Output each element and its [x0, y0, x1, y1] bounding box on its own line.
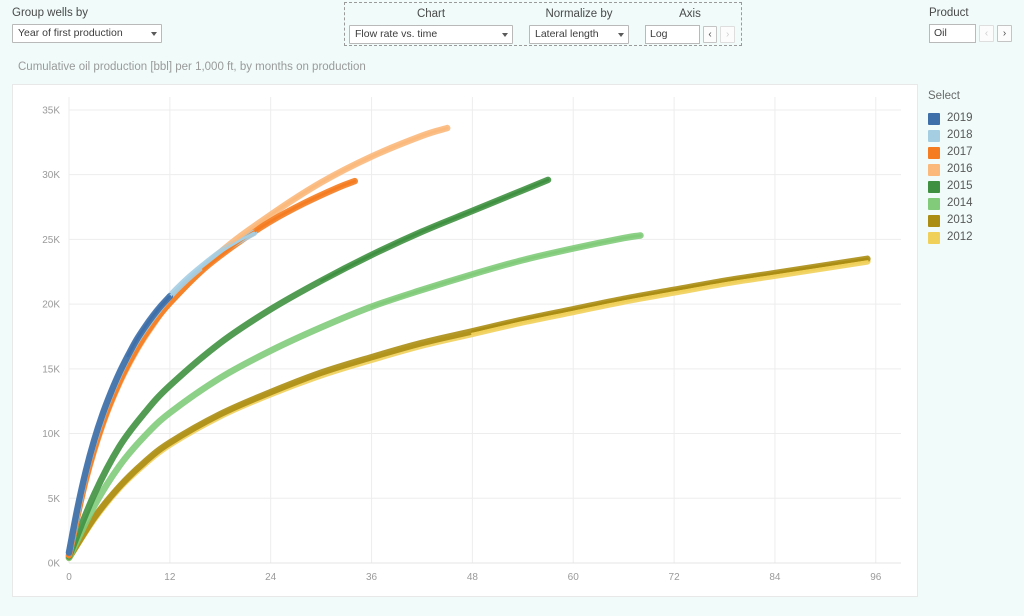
legend-item[interactable]: 2016: [928, 161, 1020, 178]
x-axis-tick-label: 48: [467, 572, 479, 583]
legend-color-swatch: [928, 180, 940, 193]
x-axis-tick-label: 60: [568, 572, 580, 583]
normalize-by-select[interactable]: Lateral length: [529, 25, 629, 44]
legend-item[interactable]: 2019: [928, 110, 1020, 127]
legend-color-swatch: [928, 112, 940, 125]
x-axis-tick-label: 84: [769, 572, 781, 583]
product-control: Product Oil ‹ ›: [929, 7, 1012, 43]
legend-item-label: 2019: [947, 112, 973, 124]
x-axis-tick-label: 0: [66, 572, 72, 583]
product-prev-button: ‹: [979, 25, 994, 42]
legend-color-swatch: [928, 163, 940, 176]
legend-item[interactable]: 2013: [928, 212, 1020, 229]
y-axis-tick-label: 15K: [42, 364, 60, 375]
axis-control: Axis Log ‹ ›: [645, 8, 735, 44]
chevron-down-icon: [151, 31, 157, 36]
x-axis-tick-label: 24: [265, 572, 277, 583]
y-axis-tick-label: 0K: [48, 559, 61, 570]
legend-item[interactable]: 2015: [928, 178, 1020, 195]
chart-type-value: Flow rate vs. time: [355, 28, 438, 40]
legend-item[interactable]: 2014: [928, 195, 1020, 212]
x-axis-tick-label: 36: [366, 572, 378, 583]
legend-color-swatch: [928, 231, 940, 244]
y-axis-tick-label: 25K: [42, 235, 60, 246]
axis-value[interactable]: Log: [645, 25, 700, 44]
series-line-tail-2017: [202, 179, 357, 271]
legend-item-label: 2018: [947, 129, 973, 141]
axis-label: Axis: [679, 8, 701, 20]
chart-type-control: Chart Flow rate vs. time: [349, 8, 513, 44]
app-root: Group wells by Year of first production …: [0, 0, 1024, 616]
legend-item-label: 2012: [947, 231, 973, 243]
axis-prev-button[interactable]: ‹: [702, 26, 718, 43]
top-toolbar: Group wells by Year of first production …: [0, 0, 1024, 48]
series-line-2016: [65, 124, 451, 559]
chevron-down-icon: [502, 32, 508, 37]
x-axis-tick-label: 72: [669, 572, 681, 583]
chart-panel: 0K 5K 10K 15K 20K 25K 30K 35K 0 12 24 36 48 60 72 84 96: [12, 84, 918, 597]
group-wells-by-value: Year of first production: [18, 27, 123, 39]
group-wells-by-control: Group wells by Year of first production: [12, 7, 162, 43]
normalize-by-value: Lateral length: [535, 28, 599, 40]
normalize-by-control: Normalize by Lateral length: [529, 8, 629, 44]
x-axis-tick-label: 96: [870, 572, 882, 583]
legend-item-label: 2013: [947, 214, 973, 226]
chart-options-panel: Chart Flow rate vs. time Normalize by La…: [344, 2, 742, 46]
legend-color-swatch: [928, 197, 940, 210]
legend-title: Select: [928, 90, 960, 102]
legend-color-swatch: [928, 214, 940, 227]
legend-item[interactable]: 2017: [928, 144, 1020, 161]
legend-color-swatch: [928, 146, 940, 159]
chart-type-label: Chart: [416, 8, 446, 20]
axis-stepper: Log ‹ ›: [645, 25, 735, 44]
group-wells-by-label: Group wells by: [12, 7, 89, 19]
legend: Select 2019 2018 2017 2016 2015 2014 2013 2012: [928, 90, 1020, 246]
y-axis-tick-label: 30K: [42, 170, 60, 181]
series-line-2015: [65, 176, 552, 560]
y-axis-tick-label: 35K: [42, 105, 60, 116]
legend-item[interactable]: 2012: [928, 229, 1020, 246]
legend-item-label: 2017: [947, 146, 973, 158]
axis-next-button: ›: [720, 26, 735, 43]
group-wells-by-select[interactable]: Year of first production: [12, 24, 162, 43]
product-label: Product: [929, 7, 969, 19]
production-line-chart: 0K 5K 10K 15K 20K 25K 30K 35K 0 12 24 36 48 60 72 84 96: [42, 97, 901, 583]
product-stepper: Oil ‹ ›: [929, 24, 1012, 43]
product-next-button[interactable]: ›: [997, 25, 1012, 42]
legend-item-label: 2014: [947, 197, 973, 209]
legend-item-label: 2016: [947, 163, 973, 175]
chevron-down-icon: [618, 32, 624, 37]
x-axis-tick-label: 12: [164, 572, 176, 583]
y-axis-tick-label: 10K: [42, 429, 60, 440]
series-line-2012: [65, 258, 871, 562]
legend-color-swatch: [928, 129, 940, 142]
normalize-by-label: Normalize by: [545, 8, 613, 20]
chart-type-select[interactable]: Flow rate vs. time: [349, 25, 513, 44]
legend-item-list: 2019 2018 2017 2016 2015 2014 2013 2012: [928, 110, 1020, 246]
y-axis-tick-label: 5K: [48, 494, 61, 505]
chart-subtitle: Cumulative oil production [bbl] per 1,00…: [18, 61, 366, 73]
legend-item-label: 2015: [947, 180, 973, 192]
y-axis-tick-label: 20K: [42, 300, 60, 311]
product-value[interactable]: Oil: [929, 24, 976, 43]
legend-item[interactable]: 2018: [928, 127, 1020, 144]
